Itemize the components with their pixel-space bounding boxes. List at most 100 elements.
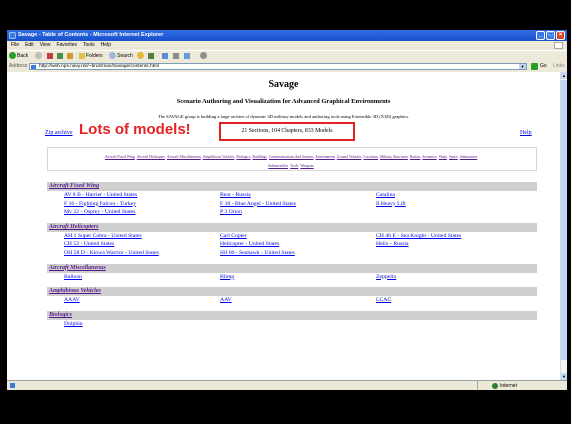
model-link-catalina[interactable]: Catalina xyxy=(376,192,395,198)
address-input[interactable]: http://web.nps.navy.mil/~brutzman/Savage… xyxy=(29,63,527,70)
model-link-p-3-orion[interactable]: P 3 Orion xyxy=(220,209,242,215)
address-label: Address xyxy=(9,63,28,69)
intro-text: The SAVAGE group is building a large arc… xyxy=(157,114,410,119)
nav-link-space[interactable]: Space xyxy=(449,155,458,159)
nav-link-buildings[interactable]: Buildings xyxy=(253,155,267,159)
mail-icon xyxy=(162,52,168,59)
browser-window: Savage - Table of Contents - Microsoft I… xyxy=(7,30,567,390)
close-button[interactable]: × xyxy=(556,31,565,40)
model-link-helicopter-united-states[interactable]: Helicopter - United States xyxy=(220,241,279,247)
nav-link-scenarios[interactable]: Scenarios xyxy=(422,155,436,159)
nav-link-submarines[interactable]: Submarines xyxy=(460,155,477,159)
nav-link-tools[interactable]: Tools xyxy=(290,164,298,168)
section-heading-link[interactable]: Aircraft Helicopters xyxy=(49,224,99,230)
menu-favorites[interactable]: Favorites xyxy=(56,42,77,48)
zip-archive-link[interactable]: Zip archive xyxy=(45,130,73,136)
maximize-button[interactable]: □ xyxy=(546,31,555,40)
page-icon xyxy=(31,65,36,69)
stats-text: 21 Sections, 104 Chapters, 833 Models xyxy=(241,128,333,134)
menu-view[interactable]: View xyxy=(40,42,51,48)
model-link-bear-russia[interactable]: Bear - Russia xyxy=(220,192,251,198)
model-link-zeppelin[interactable]: Zeppelin xyxy=(376,274,396,280)
model-link-blimp[interactable]: Blimp xyxy=(220,274,234,280)
nav-link-aircraft-helicopter[interactable]: Aircraft Helicopter xyxy=(137,155,165,159)
section-nav: Aircraft Fixed Wing Aircraft Helicopter Ai… xyxy=(47,147,537,171)
nav-link-weapons[interactable]: Weapons xyxy=(300,164,313,168)
model-link-ch-46-e-sea-knight-united-states[interactable]: CH 46 E - Sea Knight - United States xyxy=(376,233,461,239)
model-link-aaav[interactable]: AAAV xyxy=(64,297,80,303)
menu-edit[interactable]: Edit xyxy=(25,42,34,48)
section-heading-link[interactable]: Biologics xyxy=(49,312,72,318)
model-link-il-heavy-lift[interactable]: Il Heavy Lift xyxy=(376,201,406,207)
model-link-dolphin[interactable]: Dolphin xyxy=(64,321,83,327)
links-label[interactable]: Links xyxy=(553,61,565,72)
go-arrow-icon[interactable] xyxy=(531,63,538,70)
nav-link-ground-vehicles[interactable]: Ground Vehicles xyxy=(337,155,362,159)
nav-link-aircraft-fixed-wing[interactable]: Aircraft Fixed Wing xyxy=(105,155,135,159)
section-nav-row-2: Submersibles Tools Weapons xyxy=(48,160,536,169)
menu-help[interactable]: Help xyxy=(101,42,111,48)
menu-tools[interactable]: Tools xyxy=(83,42,95,48)
search-icon xyxy=(109,52,116,60)
scroll-thumb[interactable] xyxy=(561,80,567,360)
nav-link-locations[interactable]: Locations xyxy=(363,155,378,159)
model-link-lcac[interactable]: LCAC xyxy=(376,297,391,303)
address-dropdown-icon[interactable]: ▼ xyxy=(519,64,526,69)
go-button[interactable]: Go xyxy=(540,61,547,72)
page-title: Savage xyxy=(268,79,299,90)
scroll-down-icon[interactable]: ▼ xyxy=(561,373,567,380)
model-link-balloon[interactable]: Balloon xyxy=(64,274,82,280)
nav-link-ships[interactable]: Ships xyxy=(439,155,447,159)
zone-label: Internet xyxy=(500,383,517,389)
page-content: Savage Scenario Authoring and Visualizat… xyxy=(7,72,560,380)
ie-icon xyxy=(9,32,16,39)
section-heading-aircraft-fixed-wing: Aircraft Fixed Wing xyxy=(47,182,537,191)
menu-bar: File Edit View Favorites Tools Help xyxy=(7,41,567,50)
minimize-button[interactable]: _ xyxy=(536,31,545,40)
model-link-f-16-fighting-falcon-turkey[interactable]: F 16 - Fighting Falcon - Turkey xyxy=(64,201,136,207)
section-heading-link[interactable]: Aircraft Fixed Wing xyxy=(49,183,99,189)
page-subtitle: Scenario Authoring and Visualization for… xyxy=(176,98,391,105)
vertical-scrollbar[interactable]: ▲ ▼ xyxy=(560,72,567,380)
edit-icon xyxy=(184,52,190,59)
status-bar: Internet xyxy=(7,380,567,390)
nav-link-aircraft-miscellaneous[interactable]: Aircraft Miscellaneous xyxy=(167,155,201,159)
address-value: http://web.nps.navy.mil/~brutzman/Savage… xyxy=(39,64,160,69)
model-link-aav[interactable]: AAV xyxy=(220,297,232,303)
model-link-ah-1-super-cobra-united-states[interactable]: AH 1 Super Cobra - United States xyxy=(64,233,142,239)
menu-file[interactable]: File xyxy=(11,42,19,48)
scroll-up-icon[interactable]: ▲ xyxy=(561,72,567,79)
home-icon xyxy=(67,52,73,59)
history-icon xyxy=(148,52,154,59)
model-link-carl-copter[interactable]: Carl Copter xyxy=(220,233,247,239)
section-heading-aircraft-helicopters: Aircraft Helicopters xyxy=(47,222,537,232)
globe-icon xyxy=(492,383,498,389)
help-link[interactable]: Help xyxy=(520,130,532,136)
section-heading-biologics: Biologics xyxy=(47,310,537,320)
folder-icon xyxy=(79,52,85,59)
stop-icon xyxy=(47,52,53,59)
section-heading-link[interactable]: Aircraft Miscellaneous xyxy=(49,265,106,271)
back-arrow-icon xyxy=(9,52,16,60)
nav-link-environment[interactable]: Environment xyxy=(316,155,335,159)
refresh-icon xyxy=(57,52,63,59)
forward-arrow-icon xyxy=(35,52,42,60)
model-link-av-8-b-harrier-united-states[interactable]: AV 8 B - Harrier - United States xyxy=(64,192,137,198)
nav-link-military-structures[interactable]: Military Structures xyxy=(380,155,408,159)
title-bar: Savage - Table of Contents - Microsoft I… xyxy=(7,30,567,41)
section-nav-row-1: Aircraft Fixed Wing Aircraft Helicopter Ai… xyxy=(48,151,536,160)
nav-link-communications-and-sensors[interactable]: Communications And Sensors xyxy=(269,155,314,159)
model-link-oh-58-d-kiowa-warrior-united-states[interactable]: OH 58 D - Kiowa Warrior - United States xyxy=(64,250,159,256)
nav-link-submersibles[interactable]: Submersibles xyxy=(268,164,288,168)
nav-link-amphibious-vehicles[interactable]: Amphibious Vehicles xyxy=(203,155,235,159)
status-page-icon xyxy=(10,383,15,388)
nav-link-robots[interactable]: Robots xyxy=(410,155,420,159)
section-heading-link[interactable]: Amphibious Vehicles xyxy=(49,288,101,294)
nav-link-biologics[interactable]: Biologics xyxy=(236,155,250,159)
model-link-helix-russia[interactable]: Helix - Russia xyxy=(376,241,409,247)
model-link-ch-53-united-states[interactable]: CH 53 - United States xyxy=(64,241,114,247)
model-link-mv-22-osprey-united-states[interactable]: Mv 22 - Osprey - United States xyxy=(64,209,135,215)
model-link-f-18-blue-angel-united-states[interactable]: F 18 - Blue Angel - United States xyxy=(220,201,296,207)
model-link-sh-60-seahawk-united-states[interactable]: SH 60 - Seahawk - United States xyxy=(220,250,295,256)
section-heading-amphibious-vehicles: Amphibious Vehicles xyxy=(47,287,537,297)
